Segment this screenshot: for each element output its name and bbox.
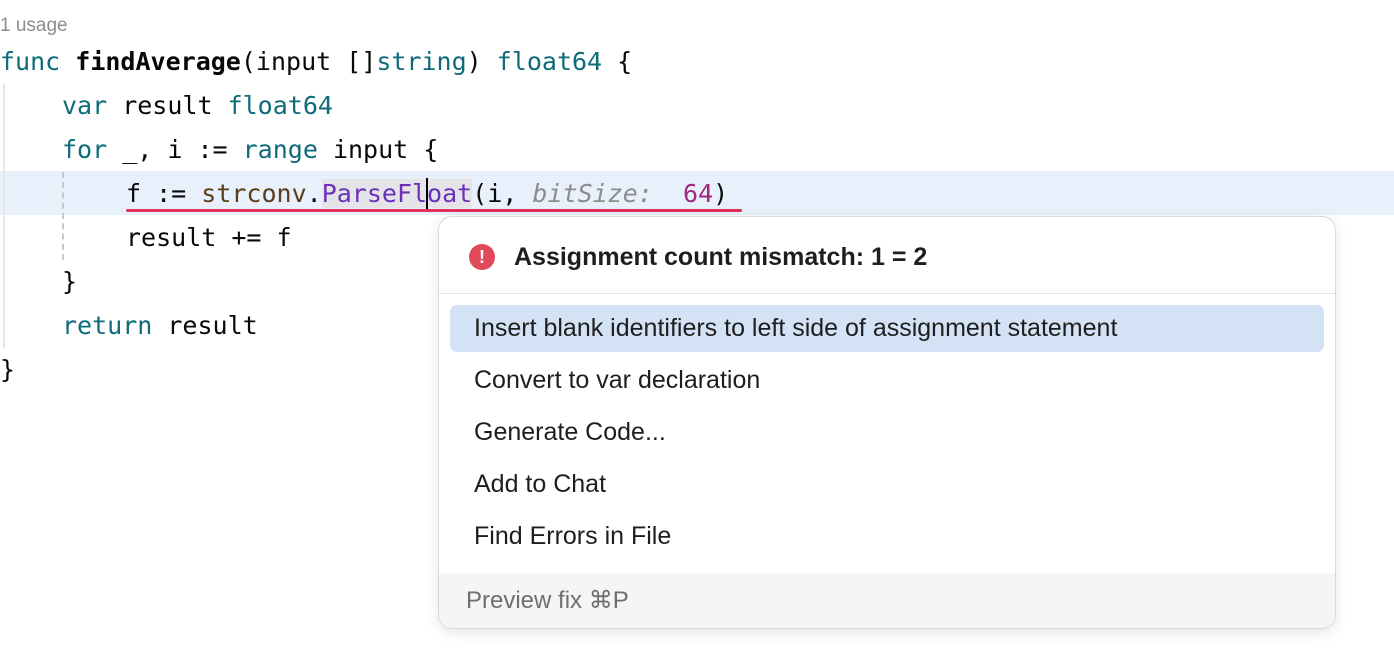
action-convert-to-var[interactable]: Convert to var declaration (450, 357, 1324, 404)
param-hint-bitsize: bitSize: (532, 179, 652, 208)
dot: . (307, 179, 322, 208)
var-type: float64 (228, 91, 333, 120)
code-line-func-signature[interactable]: func findAverage(input []string) float64… (0, 40, 632, 84)
intention-actions-popup: ! Assignment count mismatch: 1 = 2 Inser… (438, 216, 1336, 629)
action-insert-blank-identifiers[interactable]: Insert blank identifiers to left side of… (450, 305, 1324, 352)
indent-guide (3, 84, 5, 348)
params-open: (input [] (241, 47, 376, 76)
number-64: 64 (683, 179, 713, 208)
code-line-close-for[interactable]: } (62, 260, 77, 304)
popup-header: ! Assignment count mismatch: 1 = 2 (439, 217, 1335, 294)
return-type: float64 (497, 47, 602, 76)
assign-lhs: f := (126, 179, 201, 208)
popup-error-title: Assignment count mismatch: 1 = 2 (514, 239, 927, 275)
indent-guide (62, 172, 64, 260)
call-parsefloat-a: ParseFl (322, 179, 427, 208)
action-list: Insert blank identifiers to left side of… (439, 305, 1335, 565)
return-value: result (152, 311, 257, 340)
code-line-return[interactable]: return result (62, 304, 258, 348)
package-strconv: strconv (201, 179, 306, 208)
keyword-for: for (62, 135, 107, 164)
open-brace: { (602, 47, 632, 76)
action-generate-code[interactable]: Generate Code... (450, 409, 1324, 456)
type-string: string (376, 47, 466, 76)
usage-hint[interactable]: 1 usage (0, 14, 68, 38)
for-vars: _, i := (107, 135, 242, 164)
keyword-range: range (243, 135, 318, 164)
code-line-var[interactable]: var result float64 (62, 84, 333, 128)
code-line-close-func[interactable]: } (0, 348, 15, 392)
error-icon: ! (469, 244, 495, 270)
action-find-errors-in-file[interactable]: Find Errors in File (450, 513, 1324, 560)
call-parsefloat-b: oat (427, 179, 472, 208)
params-close: ) (467, 47, 497, 76)
action-add-to-chat[interactable]: Add to Chat (450, 461, 1324, 508)
keyword-func: func (0, 47, 60, 76)
function-name: findAverage (75, 47, 241, 76)
code-line-for[interactable]: for _, i := range input { (62, 128, 438, 172)
keyword-var: var (62, 91, 107, 120)
preview-fix-footer[interactable]: Preview fix ⌘P (439, 573, 1335, 628)
args-open: (i, (472, 179, 532, 208)
var-ident: result (107, 91, 227, 120)
args-close: ) (713, 179, 728, 208)
code-line-accumulate[interactable]: result += f (126, 216, 292, 260)
for-rest: input { (318, 135, 438, 164)
keyword-return: return (62, 311, 152, 340)
error-underline (126, 209, 742, 212)
